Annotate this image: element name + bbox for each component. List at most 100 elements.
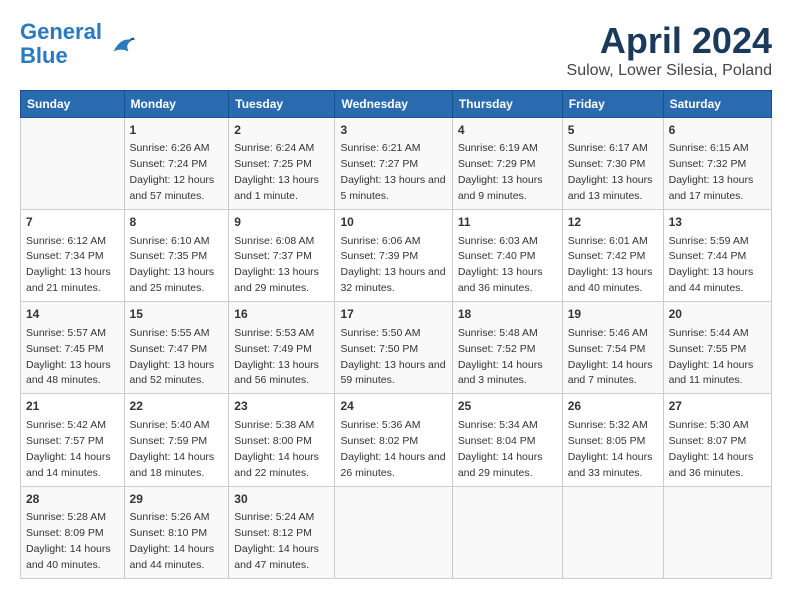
day-info: Sunrise: 6:26 AMSunset: 7:24 PMDaylight:… [130, 142, 215, 202]
calendar-cell: 28 Sunrise: 5:28 AMSunset: 8:09 PMDaylig… [21, 486, 125, 578]
day-info: Sunrise: 5:46 AMSunset: 7:54 PMDaylight:… [568, 327, 653, 387]
calendar-cell [452, 486, 562, 578]
calendar-cell: 7 Sunrise: 6:12 AMSunset: 7:34 PMDayligh… [21, 210, 125, 302]
calendar-week-5: 28 Sunrise: 5:28 AMSunset: 8:09 PMDaylig… [21, 486, 772, 578]
calendar-cell [21, 118, 125, 210]
day-number: 23 [234, 398, 329, 415]
calendar-cell: 22 Sunrise: 5:40 AMSunset: 7:59 PMDaylig… [124, 394, 229, 486]
day-number: 21 [26, 398, 119, 415]
day-number: 13 [669, 214, 766, 231]
day-info: Sunrise: 5:59 AMSunset: 7:44 PMDaylight:… [669, 235, 754, 295]
calendar-cell: 27 Sunrise: 5:30 AMSunset: 8:07 PMDaylig… [663, 394, 771, 486]
day-info: Sunrise: 5:50 AMSunset: 7:50 PMDaylight:… [340, 327, 445, 387]
day-info: Sunrise: 6:06 AMSunset: 7:39 PMDaylight:… [340, 235, 445, 295]
page-header: GeneralBlue April 2024 Sulow, Lower Sile… [20, 20, 772, 80]
calendar-cell [562, 486, 663, 578]
calendar-cell: 10 Sunrise: 6:06 AMSunset: 7:39 PMDaylig… [335, 210, 452, 302]
day-number: 27 [669, 398, 766, 415]
day-info: Sunrise: 5:55 AMSunset: 7:47 PMDaylight:… [130, 327, 215, 387]
day-info: Sunrise: 6:08 AMSunset: 7:37 PMDaylight:… [234, 235, 319, 295]
day-info: Sunrise: 5:53 AMSunset: 7:49 PMDaylight:… [234, 327, 319, 387]
day-number: 16 [234, 306, 329, 323]
calendar-cell: 18 Sunrise: 5:48 AMSunset: 7:52 PMDaylig… [452, 302, 562, 394]
day-number: 17 [340, 306, 446, 323]
day-info: Sunrise: 6:17 AMSunset: 7:30 PMDaylight:… [568, 142, 653, 202]
day-number: 10 [340, 214, 446, 231]
day-info: Sunrise: 5:40 AMSunset: 7:59 PMDaylight:… [130, 419, 215, 479]
day-number: 7 [26, 214, 119, 231]
calendar-cell: 1 Sunrise: 6:26 AMSunset: 7:24 PMDayligh… [124, 118, 229, 210]
day-info: Sunrise: 5:44 AMSunset: 7:55 PMDaylight:… [669, 327, 754, 387]
day-info: Sunrise: 5:36 AMSunset: 8:02 PMDaylight:… [340, 419, 445, 479]
calendar-week-2: 7 Sunrise: 6:12 AMSunset: 7:34 PMDayligh… [21, 210, 772, 302]
day-number: 18 [458, 306, 557, 323]
header-wednesday: Wednesday [335, 91, 452, 118]
day-number: 12 [568, 214, 658, 231]
day-number: 11 [458, 214, 557, 231]
calendar-cell: 29 Sunrise: 5:26 AMSunset: 8:10 PMDaylig… [124, 486, 229, 578]
day-number: 15 [130, 306, 224, 323]
calendar-cell: 25 Sunrise: 5:34 AMSunset: 8:04 PMDaylig… [452, 394, 562, 486]
day-number: 1 [130, 122, 224, 139]
day-info: Sunrise: 6:03 AMSunset: 7:40 PMDaylight:… [458, 235, 543, 295]
day-info: Sunrise: 5:42 AMSunset: 7:57 PMDaylight:… [26, 419, 111, 479]
day-number: 24 [340, 398, 446, 415]
day-number: 30 [234, 491, 329, 508]
day-number: 8 [130, 214, 224, 231]
calendar-cell: 24 Sunrise: 5:36 AMSunset: 8:02 PMDaylig… [335, 394, 452, 486]
day-number: 20 [669, 306, 766, 323]
calendar-table: SundayMondayTuesdayWednesdayThursdayFrid… [20, 90, 772, 579]
day-info: Sunrise: 6:15 AMSunset: 7:32 PMDaylight:… [669, 142, 754, 202]
logo: GeneralBlue [20, 20, 136, 68]
day-number: 14 [26, 306, 119, 323]
calendar-cell: 21 Sunrise: 5:42 AMSunset: 7:57 PMDaylig… [21, 394, 125, 486]
logo-text: GeneralBlue [20, 20, 102, 68]
day-number: 5 [568, 122, 658, 139]
calendar-cell: 6 Sunrise: 6:15 AMSunset: 7:32 PMDayligh… [663, 118, 771, 210]
calendar-cell: 13 Sunrise: 5:59 AMSunset: 7:44 PMDaylig… [663, 210, 771, 302]
day-info: Sunrise: 6:01 AMSunset: 7:42 PMDaylight:… [568, 235, 653, 295]
header-saturday: Saturday [663, 91, 771, 118]
calendar-cell: 4 Sunrise: 6:19 AMSunset: 7:29 PMDayligh… [452, 118, 562, 210]
day-info: Sunrise: 5:24 AMSunset: 8:12 PMDaylight:… [234, 511, 319, 571]
day-number: 22 [130, 398, 224, 415]
calendar-cell [335, 486, 452, 578]
day-number: 29 [130, 491, 224, 508]
calendar-cell: 15 Sunrise: 5:55 AMSunset: 7:47 PMDaylig… [124, 302, 229, 394]
day-info: Sunrise: 6:21 AMSunset: 7:27 PMDaylight:… [340, 142, 445, 202]
calendar-cell: 9 Sunrise: 6:08 AMSunset: 7:37 PMDayligh… [229, 210, 335, 302]
day-number: 9 [234, 214, 329, 231]
calendar-week-3: 14 Sunrise: 5:57 AMSunset: 7:45 PMDaylig… [21, 302, 772, 394]
day-info: Sunrise: 5:34 AMSunset: 8:04 PMDaylight:… [458, 419, 543, 479]
day-number: 26 [568, 398, 658, 415]
logo-bird-icon [106, 29, 136, 59]
calendar-cell [663, 486, 771, 578]
calendar-cell: 5 Sunrise: 6:17 AMSunset: 7:30 PMDayligh… [562, 118, 663, 210]
calendar-cell: 8 Sunrise: 6:10 AMSunset: 7:35 PMDayligh… [124, 210, 229, 302]
day-info: Sunrise: 6:19 AMSunset: 7:29 PMDaylight:… [458, 142, 543, 202]
day-number: 6 [669, 122, 766, 139]
day-number: 19 [568, 306, 658, 323]
calendar-week-1: 1 Sunrise: 6:26 AMSunset: 7:24 PMDayligh… [21, 118, 772, 210]
header-thursday: Thursday [452, 91, 562, 118]
calendar-cell: 3 Sunrise: 6:21 AMSunset: 7:27 PMDayligh… [335, 118, 452, 210]
calendar-cell: 11 Sunrise: 6:03 AMSunset: 7:40 PMDaylig… [452, 210, 562, 302]
main-title: April 2024 [567, 20, 772, 62]
header-sunday: Sunday [21, 91, 125, 118]
calendar-cell: 17 Sunrise: 5:50 AMSunset: 7:50 PMDaylig… [335, 302, 452, 394]
day-info: Sunrise: 6:10 AMSunset: 7:35 PMDaylight:… [130, 235, 215, 295]
calendar-cell: 30 Sunrise: 5:24 AMSunset: 8:12 PMDaylig… [229, 486, 335, 578]
day-info: Sunrise: 5:28 AMSunset: 8:09 PMDaylight:… [26, 511, 111, 571]
calendar-cell: 20 Sunrise: 5:44 AMSunset: 7:55 PMDaylig… [663, 302, 771, 394]
header-tuesday: Tuesday [229, 91, 335, 118]
day-number: 4 [458, 122, 557, 139]
day-number: 25 [458, 398, 557, 415]
day-info: Sunrise: 6:12 AMSunset: 7:34 PMDaylight:… [26, 235, 111, 295]
day-info: Sunrise: 5:48 AMSunset: 7:52 PMDaylight:… [458, 327, 543, 387]
calendar-cell: 16 Sunrise: 5:53 AMSunset: 7:49 PMDaylig… [229, 302, 335, 394]
day-info: Sunrise: 5:57 AMSunset: 7:45 PMDaylight:… [26, 327, 111, 387]
calendar-cell: 19 Sunrise: 5:46 AMSunset: 7:54 PMDaylig… [562, 302, 663, 394]
title-block: April 2024 Sulow, Lower Silesia, Poland [567, 20, 772, 80]
day-info: Sunrise: 5:30 AMSunset: 8:07 PMDaylight:… [669, 419, 754, 479]
day-number: 2 [234, 122, 329, 139]
